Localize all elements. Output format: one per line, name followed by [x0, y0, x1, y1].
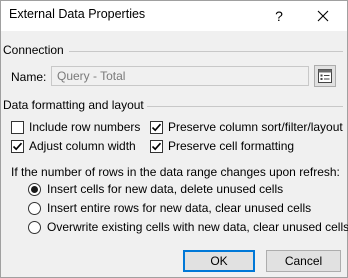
close-icon	[317, 10, 329, 22]
radio-label: Insert entire rows for new data, clear u…	[47, 201, 312, 215]
checkmark-icon	[151, 142, 162, 150]
radio-label: Overwrite existing cells with new data, …	[47, 220, 348, 234]
checkmark-icon	[151, 123, 162, 131]
name-label: Name:	[11, 70, 47, 84]
title-bar: External Data Properties ?	[1, 1, 347, 31]
dialog-title: External Data Properties	[9, 7, 146, 21]
checkbox-box	[11, 120, 24, 134]
checkbox-label: Include row numbers	[29, 120, 141, 134]
checkbox-label: Preserve column sort/filter/layout	[168, 120, 343, 134]
overwrite-cells-radio[interactable]: Overwrite existing cells with new data, …	[28, 220, 348, 234]
adjust-column-width-checkbox[interactable]: Adjust column width	[11, 139, 136, 153]
connection-properties-button[interactable]	[314, 65, 336, 87]
connection-heading: Connection	[3, 43, 64, 57]
insert-rows-radio[interactable]: Insert entire rows for new data, clear u…	[28, 201, 311, 215]
ok-button[interactable]: OK	[183, 250, 255, 272]
formatting-separator	[147, 106, 343, 107]
radio-circle	[28, 201, 41, 215]
connection-separator	[69, 51, 343, 52]
insert-cells-radio[interactable]: Insert cells for new data, delete unused…	[28, 182, 283, 196]
checkbox-box	[11, 139, 24, 153]
radio-label: Insert cells for new data, delete unused…	[47, 182, 284, 196]
checkbox-label: Preserve cell formatting	[168, 139, 295, 153]
checkmark-icon	[12, 142, 23, 150]
checkbox-label: Adjust column width	[29, 139, 136, 153]
checkbox-box	[150, 120, 163, 134]
close-button[interactable]	[303, 3, 343, 29]
formatting-heading: Data formatting and layout	[3, 98, 144, 112]
preserve-cell-formatting-checkbox[interactable]: Preserve cell formatting	[150, 139, 294, 153]
radio-selected-dot	[31, 185, 38, 193]
radio-circle	[28, 220, 41, 234]
connection-properties-icon	[318, 69, 332, 83]
cancel-button[interactable]: Cancel	[266, 250, 341, 272]
radio-circle	[28, 182, 41, 196]
preserve-column-sort-checkbox[interactable]: Preserve column sort/filter/layout	[150, 120, 343, 134]
external-data-properties-dialog: External Data Properties ? Connection Na…	[0, 0, 348, 278]
include-row-numbers-checkbox[interactable]: Include row numbers	[11, 120, 140, 134]
checkbox-box	[150, 139, 163, 153]
refresh-question: If the number of rows in the data range …	[11, 165, 340, 179]
help-button[interactable]: ?	[259, 3, 299, 29]
name-field[interactable]: Query - Total	[51, 66, 309, 86]
